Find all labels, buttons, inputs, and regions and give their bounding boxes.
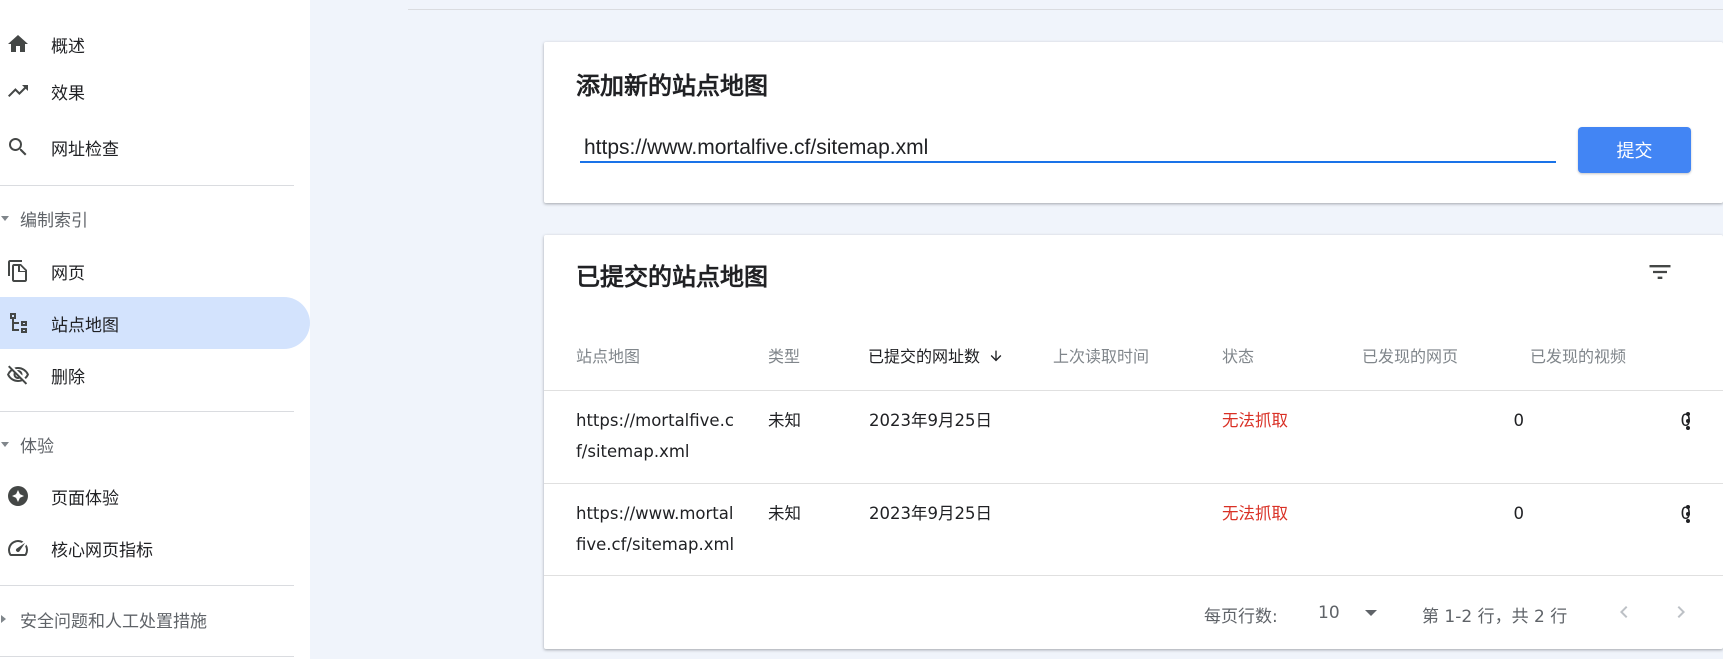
prev-page-icon[interactable] (1609, 597, 1639, 627)
sidebar-divider (0, 185, 294, 186)
sitemap-path-line: https://mortalfive.c (576, 411, 734, 430)
sidebar-item-removals[interactable]: 删除 (0, 349, 310, 401)
sidebar-section-label: 体验 (20, 436, 54, 457)
visibility-off-icon (4, 361, 32, 389)
sidebar-item-core-web-vitals[interactable]: 核心网页指标 (0, 522, 310, 574)
sidebar-item-pages[interactable]: 网页 (0, 245, 310, 297)
column-header-discovered-pages[interactable]: 已发现的网页 (1362, 343, 1458, 367)
column-header-type[interactable]: 类型 (768, 343, 800, 367)
sitemap-path-line: five.cf/sitemap.xml (576, 535, 735, 554)
sitemap-type: 未知 (768, 504, 801, 523)
pagination-range: 第 1-2 行，共 2 行 (1422, 607, 1568, 627)
column-header-submitted[interactable]: 已提交的网址数 (868, 343, 1004, 368)
rows-per-page-value: 10 (1318, 603, 1340, 623)
sidebar-item-label: 核心网页指标 (51, 540, 153, 561)
sitemap-path: https://mortalfive.c f/sitemap.xml (576, 405, 734, 467)
submitted-sitemaps-card: 已提交的站点地图 站点地图 类型 已提交的网址数 上次读取时间 状态 已发现的网… (544, 235, 1723, 649)
sidebar-item-label: 页面体验 (51, 488, 119, 509)
sidebar-section-experience[interactable]: 体验 (0, 427, 300, 461)
discovered-pages-count: 0 (1513, 504, 1525, 523)
caret-right-icon (1, 615, 6, 623)
home-icon (4, 30, 32, 58)
add-sitemap-card: 添加新的站点地图 提交 (544, 42, 1723, 203)
sitemap-icon (4, 309, 32, 337)
sidebar-item-label: 删除 (51, 367, 85, 388)
status-badge: 无法抓取 (1222, 504, 1288, 523)
rows-per-page-select[interactable]: 10 (1318, 598, 1378, 628)
sidebar-divider (0, 411, 294, 412)
sidebar-item-page-experience[interactable]: 页面体验 (0, 470, 310, 522)
speedometer-icon (4, 534, 32, 562)
trending-up-icon (4, 77, 32, 105)
search-icon (4, 133, 32, 161)
sidebar-item-label: 网页 (51, 263, 85, 284)
sidebar-item-label: 概述 (51, 36, 85, 57)
sidebar-section-label: 编制索引 (20, 210, 88, 231)
sitemap-path: https://www.mortal five.cf/sitemap.xml (576, 498, 734, 560)
column-header-status[interactable]: 状态 (1222, 343, 1254, 367)
next-page-icon[interactable] (1666, 597, 1696, 627)
column-header-sitemap[interactable]: 站点地图 (576, 343, 640, 367)
sidebar-divider (0, 585, 294, 586)
arrow-down-icon (988, 348, 1004, 368)
chevron-down-icon (1365, 610, 1377, 616)
sidebar-item-label: 效果 (51, 83, 85, 104)
sitemap-path-line: f/sitemap.xml (576, 442, 690, 461)
submitted-date: 2023年9月25日 (869, 504, 992, 523)
sidebar-section-indexing[interactable]: 编制索引 (0, 201, 300, 235)
column-header-discovered-videos[interactable]: 已发现的视频 (1530, 343, 1626, 367)
sidebar-section-security[interactable]: 安全问题和人工处置措施 (0, 602, 300, 636)
sitemap-path-line: https://www.mortal (576, 504, 734, 523)
row-divider (544, 390, 1723, 391)
add-sitemap-title: 添加新的站点地图 (576, 72, 768, 100)
sitemap-type: 未知 (768, 411, 801, 430)
sidebar-item-overview[interactable]: 概述 (0, 18, 310, 70)
sitemap-url-input[interactable] (580, 135, 1556, 163)
column-header-label: 已提交的网址数 (868, 347, 981, 366)
sidebar-item-url-inspection[interactable]: 网址检查 (0, 121, 310, 173)
row-divider (544, 483, 1723, 484)
filter-icon[interactable] (1645, 257, 1675, 287)
rows-per-page-label: 每页行数: (1204, 607, 1278, 627)
discovered-pages-count: 0 (1513, 411, 1525, 430)
pages-copy-icon (4, 257, 32, 285)
column-header-last-read[interactable]: 上次读取时间 (1053, 343, 1149, 367)
sidebar-item-label: 网址检查 (51, 139, 119, 160)
submitted-sitemaps-title: 已提交的站点地图 (576, 263, 768, 291)
more-vert-icon[interactable] (1676, 407, 1700, 435)
sidebar-item-sitemaps[interactable]: 站点地图 (0, 297, 310, 349)
sidebar-section-label: 安全问题和人工处置措施 (20, 611, 207, 632)
caret-down-icon (1, 215, 9, 221)
submitted-date: 2023年9月25日 (869, 411, 992, 430)
row-divider (544, 575, 1723, 576)
sidebar-item-performance[interactable]: 效果 (0, 65, 310, 117)
submit-button[interactable]: 提交 (1578, 127, 1691, 173)
sidebar-item-label: 站点地图 (51, 315, 119, 336)
more-vert-icon[interactable] (1676, 500, 1700, 528)
sidebar: 概述 效果 网址检查 编制索引 网页 站点地图 删除 体验 页面体验 核心网页指… (0, 0, 310, 659)
page-experience-icon (4, 482, 32, 510)
sidebar-divider (0, 656, 294, 657)
header-divider (408, 9, 1723, 10)
caret-down-icon (1, 441, 9, 447)
status-badge: 无法抓取 (1222, 411, 1288, 430)
